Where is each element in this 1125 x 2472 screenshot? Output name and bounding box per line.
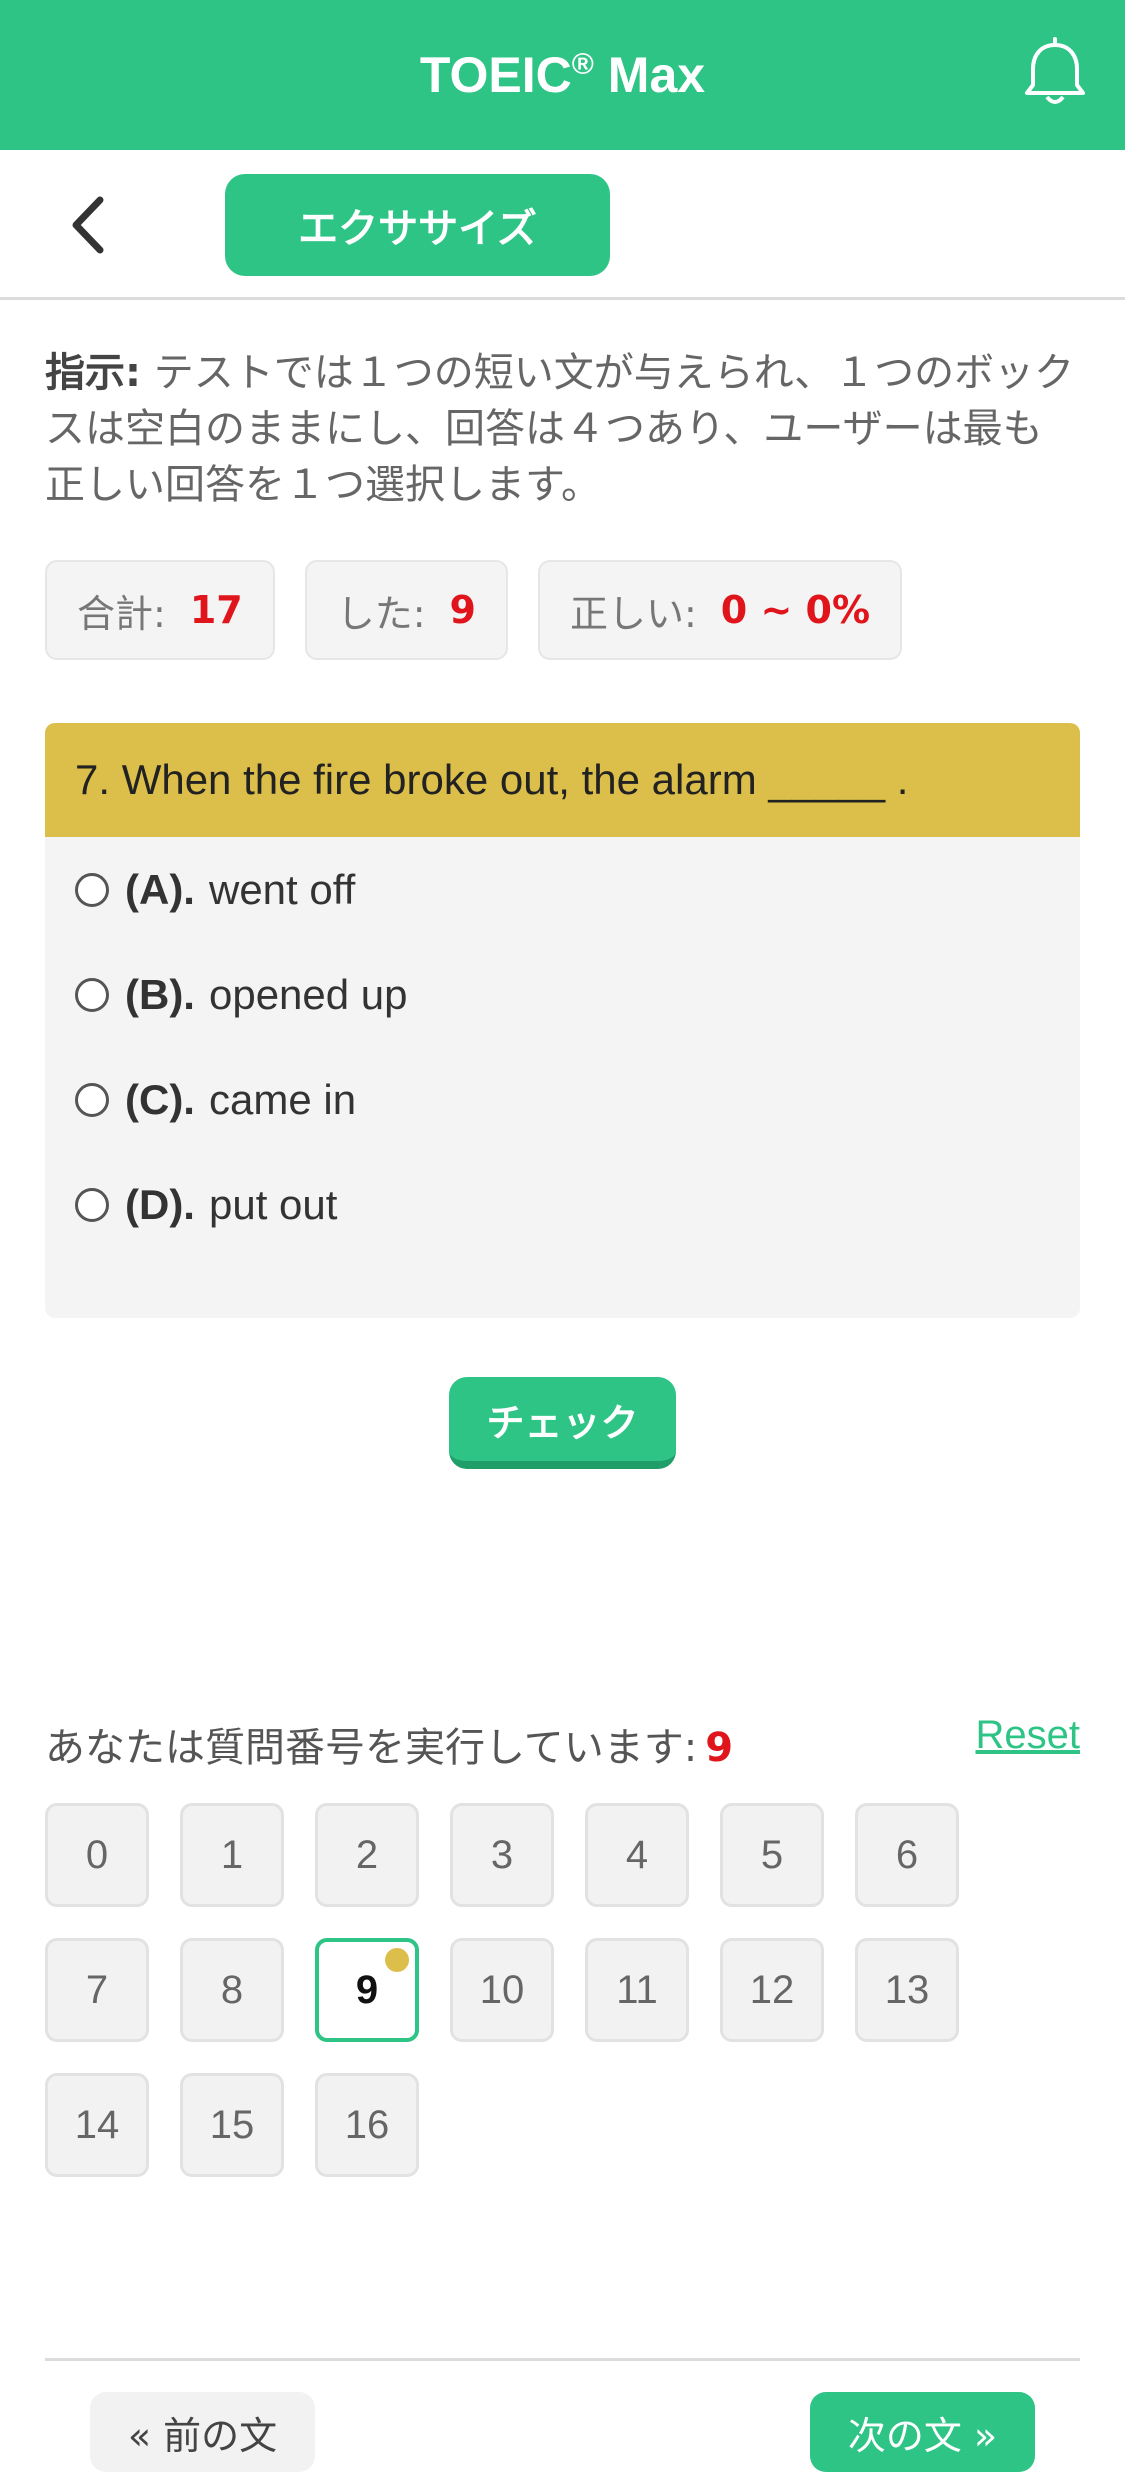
question-number-button[interactable]: 4 bbox=[585, 1803, 689, 1907]
option-b[interactable]: (B). opened up bbox=[75, 965, 408, 1025]
stats-bar: 合計: 17 した: 9 正しい: 0 ~ 0% bbox=[45, 560, 903, 664]
question-number-label: 10 bbox=[479, 1967, 525, 2012]
option-key: (C). bbox=[125, 1076, 195, 1123]
question-number-label: 12 bbox=[749, 1967, 795, 2012]
question-number-button[interactable]: 15 bbox=[180, 2073, 284, 2177]
option-key: (A). bbox=[125, 866, 195, 913]
registered-mark: ® bbox=[571, 48, 594, 81]
tab-exercise[interactable]: エクササイズ bbox=[225, 174, 610, 276]
stat-total-label: 合計: bbox=[77, 591, 166, 636]
option-text: opened up bbox=[208, 971, 408, 1018]
question-number-label: 14 bbox=[74, 2102, 120, 2147]
stat-total: 合計: 17 bbox=[45, 560, 275, 660]
app-title: TOEIC® Max bbox=[420, 46, 705, 104]
current-question-number: 9 bbox=[705, 1725, 734, 1771]
instruction-label: 指示: bbox=[45, 350, 141, 396]
app-title-suffix: Max bbox=[593, 47, 706, 103]
question-number-button[interactable]: 13 bbox=[855, 1938, 959, 2042]
app-header: TOEIC® Max bbox=[0, 0, 1125, 150]
question-number-button[interactable]: 7 bbox=[45, 1938, 149, 2042]
progress-label-text: あなたは質問番号を実行しています: bbox=[45, 1725, 698, 1771]
question-number-label: 1 bbox=[220, 1832, 244, 1877]
question-number-button[interactable]: 8 bbox=[180, 1938, 284, 2042]
question-number-button[interactable]: 10 bbox=[450, 1938, 554, 2042]
question-card: 7. When the fire broke out, the alarm __… bbox=[45, 723, 1080, 1318]
stat-correct-label: 正しい: bbox=[569, 591, 697, 636]
stat-done-label: した: bbox=[336, 591, 426, 636]
option-c[interactable]: (C). came in bbox=[75, 1070, 356, 1130]
app-title-main: TOEIC bbox=[419, 47, 572, 103]
question-number-label: 16 bbox=[344, 2102, 390, 2147]
radio-icon[interactable] bbox=[75, 1188, 109, 1222]
question-number-label: 11 bbox=[616, 1967, 658, 2012]
question-number-label: 6 bbox=[895, 1832, 919, 1877]
question-number-button[interactable]: 2 bbox=[315, 1803, 419, 1907]
option-key: (B). bbox=[125, 971, 195, 1018]
question-number-label: 15 bbox=[209, 2102, 255, 2147]
option-d[interactable]: (D). put out bbox=[75, 1175, 337, 1235]
progress-label: あなたは質問番号を実行しています: 9 bbox=[45, 1715, 733, 1773]
next-sentence-button[interactable]: 次の文 » bbox=[810, 2392, 1035, 2472]
question-number-button[interactable]: 12 bbox=[720, 1938, 824, 2042]
question-number-label: 13 bbox=[884, 1967, 930, 2012]
check-button[interactable]: チェック bbox=[449, 1377, 676, 1469]
question-number-button[interactable]: 0 bbox=[45, 1803, 149, 1907]
stat-done: した: 9 bbox=[304, 560, 508, 660]
radio-icon[interactable] bbox=[75, 1083, 109, 1117]
question-number-label: 2 bbox=[355, 1832, 379, 1877]
option-a[interactable]: (A). went off bbox=[75, 860, 355, 920]
instruction-text: 指示: テストでは１つの短い文が与えられ、１つのボックスは空白のままにし、回答は… bbox=[45, 345, 1080, 513]
question-number-button[interactable]: 16 bbox=[315, 2073, 419, 2177]
question-number-button[interactable]: 1 bbox=[180, 1803, 284, 1907]
question-number-label: 3 bbox=[490, 1832, 514, 1877]
prev-sentence-button[interactable]: « 前の文 bbox=[90, 2392, 315, 2472]
question-number-button[interactable]: 9 bbox=[315, 1938, 419, 2042]
question-number-label: 4 bbox=[625, 1832, 649, 1877]
chevron-left-icon[interactable] bbox=[50, 190, 130, 260]
question-number-button[interactable]: 11 bbox=[585, 1938, 689, 2042]
option-text: came in bbox=[208, 1076, 357, 1123]
radio-icon[interactable] bbox=[75, 873, 109, 907]
stat-correct: 正しい: 0 ~ 0% bbox=[537, 560, 903, 660]
stat-done-value: 9 bbox=[449, 588, 476, 632]
option-key: (D). bbox=[125, 1181, 195, 1228]
question-number-label: 0 bbox=[85, 1832, 109, 1877]
option-text: put out bbox=[208, 1181, 338, 1228]
question-number-label: 7 bbox=[85, 1967, 109, 2012]
divider bbox=[45, 2358, 1080, 2361]
question-number-button[interactable]: 14 bbox=[45, 2073, 149, 2177]
stat-correct-value: 0 ~ 0% bbox=[720, 588, 871, 632]
toolbar: エクササイズ bbox=[0, 150, 1125, 300]
question-number-label: 8 bbox=[220, 1967, 244, 2012]
current-marker-dot bbox=[385, 1948, 409, 1972]
question-text: 7. When the fire broke out, the alarm __… bbox=[45, 723, 1080, 837]
bell-icon[interactable] bbox=[1015, 35, 1095, 115]
question-number-button[interactable]: 3 bbox=[450, 1803, 554, 1907]
question-number-button[interactable]: 6 bbox=[855, 1803, 959, 1907]
reset-link[interactable]: Reset bbox=[976, 1713, 1081, 1758]
question-number-label: 9 bbox=[355, 1967, 379, 2012]
question-number-button[interactable]: 5 bbox=[720, 1803, 824, 1907]
stat-total-value: 17 bbox=[189, 588, 243, 632]
option-text: went off bbox=[208, 866, 356, 913]
radio-icon[interactable] bbox=[75, 978, 109, 1012]
instruction-body: テストでは１つの短い文が与えられ、１つのボックスは空白のままにし、回答は４つあり… bbox=[45, 350, 1075, 508]
question-number-label: 5 bbox=[760, 1832, 784, 1877]
